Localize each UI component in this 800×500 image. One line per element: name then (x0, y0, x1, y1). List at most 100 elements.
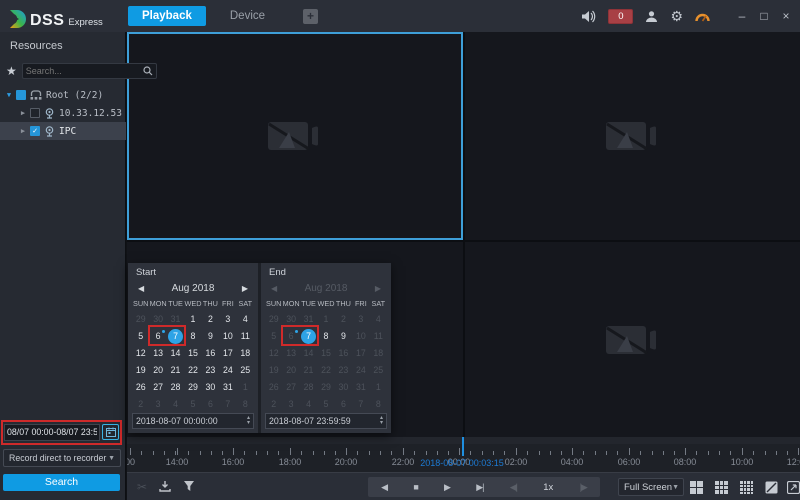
calendar-day[interactable]: 8 (184, 328, 201, 345)
prev-month-icon[interactable]: ◀ (132, 284, 150, 293)
calendar-day[interactable]: 25 (237, 362, 254, 379)
add-tab-button[interactable]: + (303, 9, 318, 24)
expand-arrow-icon[interactable]: ▶ (18, 109, 28, 117)
calendar-day[interactable]: 28 (167, 379, 184, 396)
playhead-marker[interactable] (462, 437, 464, 456)
calendar-day[interactable]: 22 (184, 362, 201, 379)
calendar-day[interactable]: 3 (352, 311, 369, 328)
calendar-day[interactable]: 4 (237, 311, 254, 328)
search-icon[interactable] (143, 66, 153, 76)
calendar-day[interactable]: 16 (202, 345, 219, 362)
calendar-day[interactable]: 29 (132, 311, 149, 328)
calendar-day[interactable]: 5 (184, 396, 201, 413)
next-month-icon[interactable]: ▶ (369, 284, 387, 293)
calendar-day[interactable]: 13 (282, 345, 299, 362)
expand-arrow-icon[interactable]: ▶ (18, 127, 28, 135)
favorites-star-icon[interactable]: ★ (6, 64, 17, 78)
calendar-day[interactable]: 25 (370, 362, 387, 379)
calendar-day[interactable]: 3 (282, 396, 299, 413)
calendar-day[interactable]: 21 (300, 362, 317, 379)
tree-item-10331253[interactable]: ▶10.33.12.53 (0, 104, 126, 122)
alarm-count-badge[interactable]: 0 (608, 9, 633, 24)
calendar-day[interactable]: 27 (282, 379, 299, 396)
calendar-day[interactable]: 15 (317, 345, 334, 362)
calendar-day[interactable]: 20 (149, 362, 166, 379)
layout-9-split-icon[interactable] (715, 481, 728, 494)
speed-down-button[interactable]: ◀| (510, 482, 517, 493)
calendar-day[interactable]: 18 (370, 345, 387, 362)
datetime-spinner[interactable]: ▴▾ (380, 416, 383, 426)
calendar-day[interactable]: 1 (184, 311, 201, 328)
calendar-day[interactable]: 12 (132, 345, 149, 362)
calendar-day[interactable]: 7 (300, 328, 317, 345)
calendar-day[interactable]: 14 (167, 345, 184, 362)
calendar-day[interactable]: 28 (300, 379, 317, 396)
checkbox[interactable]: ✓ (30, 126, 40, 136)
calendar-day[interactable]: 1 (370, 379, 387, 396)
audio-talk-icon[interactable] (581, 10, 596, 23)
calendar-day[interactable]: 8 (237, 396, 254, 413)
tree-item-ipc[interactable]: ▶✓IPC (0, 122, 126, 140)
fullscreen-toggle-icon[interactable] (787, 481, 800, 497)
calendar-day[interactable]: 10 (352, 328, 369, 345)
performance-gauge-icon[interactable] (695, 10, 710, 22)
calendar-day[interactable]: 9 (202, 328, 219, 345)
calendar-day[interactable]: 15 (184, 345, 201, 362)
calendar-day[interactable]: 4 (300, 396, 317, 413)
datetime-input[interactable]: 2018-08-07 23:59:59 ▴▾ (265, 413, 387, 429)
next-month-icon[interactable]: ▶ (236, 284, 254, 293)
speed-button[interactable]: 1x (543, 482, 553, 493)
calendar-day[interactable]: 16 (335, 345, 352, 362)
record-source-dropdown[interactable]: Record direct to recorder ▼ (3, 449, 121, 467)
screen-mode-dropdown[interactable]: Full Screen ▼ (618, 478, 684, 496)
tab-device[interactable]: Device (216, 6, 279, 26)
stop-button[interactable]: ■ (413, 482, 417, 492)
custom-split-icon[interactable] (765, 481, 778, 497)
search-button[interactable]: Search (3, 474, 120, 491)
speed-up-button[interactable]: |▶ (580, 482, 587, 493)
download-icon[interactable] (159, 480, 171, 495)
calendar-day[interactable]: 23 (202, 362, 219, 379)
calendar-day[interactable]: 6 (282, 328, 299, 345)
calendar-day[interactable]: 23 (335, 362, 352, 379)
tab-playback[interactable]: Playback (128, 6, 206, 26)
calendar-day[interactable]: 30 (282, 311, 299, 328)
calendar-day[interactable]: 3 (219, 311, 236, 328)
calendar-day[interactable]: 21 (167, 362, 184, 379)
user-icon[interactable] (645, 10, 658, 23)
calendar-day[interactable]: 1 (237, 379, 254, 396)
checkbox[interactable] (16, 90, 26, 100)
next-frame-button[interactable]: ▶| (476, 482, 483, 493)
calendar-day[interactable]: 19 (132, 362, 149, 379)
calendar-day[interactable]: 9 (335, 328, 352, 345)
calendar-day[interactable]: 6 (202, 396, 219, 413)
calendar-day[interactable]: 5 (265, 328, 282, 345)
calendar-day[interactable]: 30 (202, 379, 219, 396)
video-panel-4[interactable] (465, 242, 800, 437)
calendar-day[interactable]: 20 (282, 362, 299, 379)
calendar-day[interactable]: 31 (352, 379, 369, 396)
calendar-day[interactable]: 2 (202, 311, 219, 328)
calendar-day[interactable]: 29 (184, 379, 201, 396)
calendar-day[interactable]: 7 (352, 396, 369, 413)
calendar-day[interactable]: 27 (149, 379, 166, 396)
calendar-day[interactable]: 8 (317, 328, 334, 345)
calendar-day[interactable]: 11 (237, 328, 254, 345)
filter-icon[interactable] (183, 480, 195, 495)
settings-gear-icon[interactable]: ⚙ (670, 8, 683, 25)
datetime-input[interactable]: 2018-08-07 00:00:00 ▴▾ (132, 413, 254, 429)
calendar-day[interactable]: 1 (317, 311, 334, 328)
maximize-button[interactable]: □ (756, 9, 772, 23)
clip-scissors-icon[interactable]: ✂ (137, 480, 147, 494)
calendar-day[interactable]: 2 (335, 311, 352, 328)
calendar-day[interactable]: 22 (317, 362, 334, 379)
timeline[interactable]: 0014:0016:0018:0020:0022:0000:0002:0004:… (127, 437, 800, 472)
calendar-day[interactable]: 18 (237, 345, 254, 362)
calendar-day[interactable]: 4 (167, 396, 184, 413)
search-input[interactable] (26, 66, 143, 76)
layout-4-split-icon[interactable] (690, 481, 703, 494)
calendar-day[interactable]: 12 (265, 345, 282, 362)
date-range-input[interactable] (4, 424, 100, 441)
calendar-day[interactable]: 17 (219, 345, 236, 362)
calendar-day[interactable]: 24 (219, 362, 236, 379)
